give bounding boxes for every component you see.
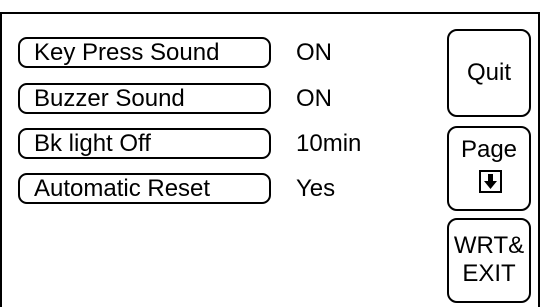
page-down-button[interactable]: Page — [447, 126, 531, 211]
bk-light-off-button[interactable]: Bk light Off — [18, 128, 271, 159]
write-exit-button[interactable]: WRT& EXIT — [447, 218, 531, 303]
automatic-reset-value: Yes — [296, 175, 336, 202]
buzzer-sound-value: ON — [296, 85, 332, 112]
key-press-sound-value: ON — [296, 39, 332, 66]
write-exit-label-line2: EXIT — [462, 260, 516, 287]
arrow-down-icon — [479, 170, 502, 193]
page-button-label: Page — [460, 136, 518, 163]
write-exit-label-line1: WRT& — [453, 232, 525, 259]
key-press-sound-button[interactable]: Key Press Sound — [18, 37, 271, 68]
buzzer-sound-button[interactable]: Buzzer Sound — [18, 83, 271, 114]
quit-button[interactable]: Quit — [447, 29, 531, 117]
automatic-reset-button[interactable]: Automatic Reset — [18, 173, 271, 204]
bk-light-off-value: 10min — [296, 130, 362, 157]
